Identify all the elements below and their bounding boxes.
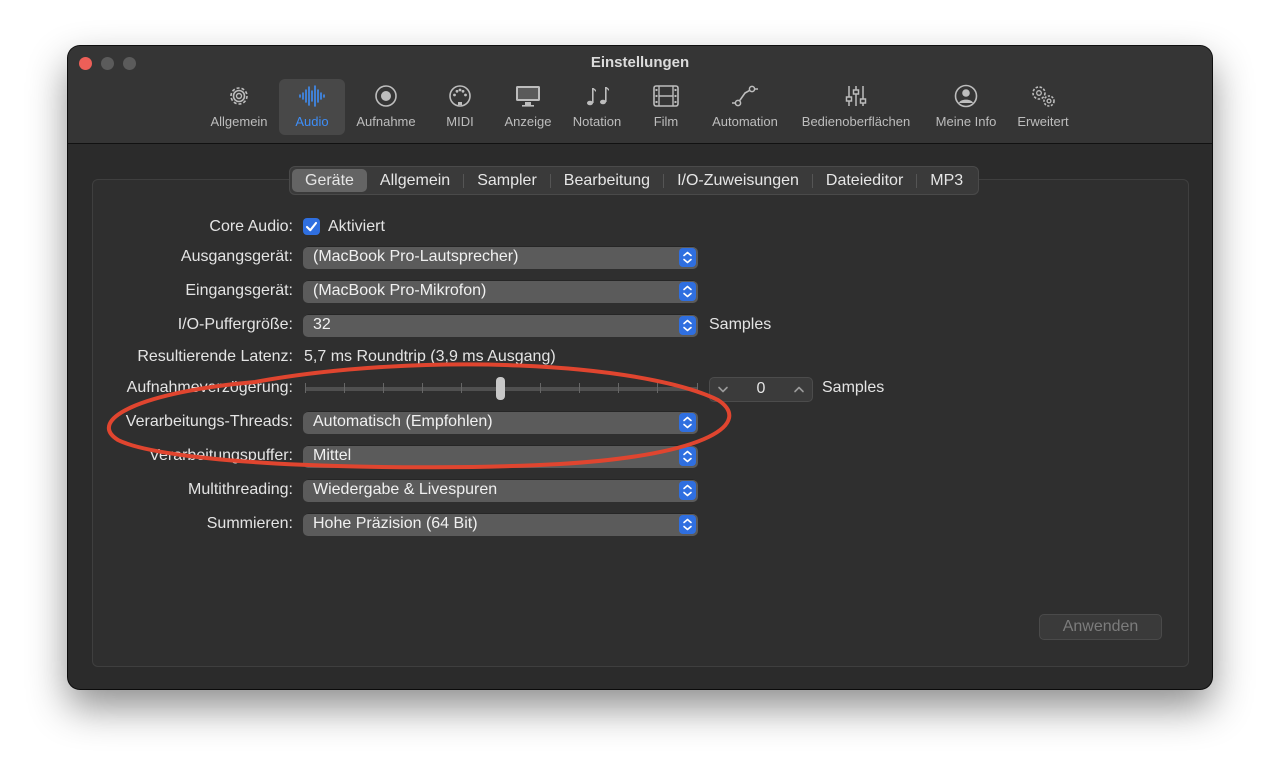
tab-bearbeitung[interactable]: Bearbeitung: [551, 169, 663, 192]
slider-tick: [344, 383, 345, 393]
buffer-size-unit: Samples: [709, 316, 772, 333]
automation-curve-icon: [731, 83, 759, 109]
chevron-up-icon[interactable]: [788, 378, 810, 401]
toolbar-label: Erweitert: [1017, 114, 1069, 129]
toolbar-label: Anzeige: [504, 114, 552, 129]
buffer-size-value: 32: [313, 316, 331, 333]
toolbar-item-allgemein[interactable]: Allgemein: [203, 79, 275, 135]
music-notes-icon: [583, 83, 611, 109]
gear-icon: [225, 83, 253, 109]
slider-tick: [461, 383, 462, 393]
slider-tick: [422, 383, 423, 393]
latency-value: 5,7 ms Roundtrip (3,9 ms Ausgang): [304, 348, 556, 365]
person-icon: [952, 83, 980, 109]
tab-sampler[interactable]: Sampler: [464, 169, 550, 192]
tab-mp3[interactable]: MP3: [917, 169, 976, 192]
settings-window: Einstellungen Allgemein Audio Aufnahme M…: [68, 46, 1212, 689]
output-device-label: Ausgangsgerät:: [180, 248, 293, 265]
recording-delay-unit: Samples: [822, 379, 885, 396]
toolbar-label: Notation: [572, 114, 622, 129]
multithreading-popup[interactable]: Wiedergabe & Livespuren: [303, 479, 698, 502]
display-icon: [514, 83, 542, 109]
toolbar-label: Allgemein: [210, 114, 268, 129]
waveform-icon: [298, 83, 326, 109]
chevron-updown-icon: [679, 447, 696, 466]
chevron-updown-icon: [679, 282, 696, 301]
gears-icon: [1029, 83, 1057, 109]
checkmark-icon: [305, 221, 318, 232]
tab-geraete[interactable]: Geräte: [292, 169, 367, 192]
slider-tick: [618, 383, 619, 393]
core-audio-label: Core Audio:: [209, 218, 293, 235]
toolbar-item-notation[interactable]: Notation: [564, 79, 630, 135]
summing-value: Hohe Präzision (64 Bit): [313, 515, 478, 532]
processing-buffer-value: Mittel: [313, 447, 352, 464]
summing-label: Summieren:: [206, 515, 293, 532]
output-device-popup[interactable]: (MacBook Pro-Lautsprecher): [303, 246, 698, 269]
toolbar-item-film[interactable]: Film: [638, 79, 694, 135]
processing-threads-value: Automatisch (Empfohlen): [313, 413, 493, 430]
tab-io-zuweisungen[interactable]: I/O-Zuweisungen: [664, 169, 812, 192]
input-device-popup[interactable]: (MacBook Pro-Mikrofon): [303, 280, 698, 303]
recording-delay-label: Aufnahmeverzögerung:: [126, 379, 293, 396]
sliders-icon: [842, 83, 870, 109]
processing-buffer-label: Verarbeitungspuffer:: [149, 447, 293, 464]
chevron-updown-icon: [679, 248, 696, 267]
toolbar-item-erweitert[interactable]: Erweitert: [1008, 79, 1078, 135]
multithreading-label: Multithreading:: [188, 481, 293, 498]
buffer-size-label: I/O-Puffergröße:: [177, 316, 293, 333]
toolbar-label: Meine Info: [935, 114, 997, 129]
output-device-value: (MacBook Pro-Lautsprecher): [313, 248, 519, 265]
apply-button[interactable]: Anwenden: [1039, 614, 1162, 640]
toolbar-label: Audio: [295, 114, 329, 129]
processing-threads-popup[interactable]: Automatisch (Empfohlen): [303, 411, 698, 434]
toolbar-label: Aufnahme: [356, 114, 416, 129]
buffer-size-popup[interactable]: 32: [303, 314, 698, 337]
recording-delay-slider-knob[interactable]: [496, 377, 505, 400]
toolbar-item-midi[interactable]: MIDI: [430, 79, 490, 135]
film-icon: [652, 83, 680, 109]
slider-tick: [305, 383, 306, 393]
slider-tick: [657, 383, 658, 393]
toolbar-item-audio[interactable]: Audio: [279, 79, 345, 135]
slider-tick: [579, 383, 580, 393]
input-device-label: Eingangsgerät:: [185, 282, 293, 299]
toolbar-item-bedienoberflaechen[interactable]: Bedienoberflächen: [794, 79, 918, 135]
window-title: Einstellungen: [590, 54, 690, 71]
midi-port-icon: [446, 83, 474, 109]
recording-delay-stepper: 0: [709, 377, 813, 402]
toolbar-item-anzeige[interactable]: Anzeige: [496, 79, 560, 135]
chevron-updown-icon: [679, 515, 696, 534]
toolbar-item-aufnahme[interactable]: Aufnahme: [350, 79, 422, 135]
slider-tick: [540, 383, 541, 393]
summing-popup[interactable]: Hohe Präzision (64 Bit): [303, 513, 698, 536]
toolbar-label: Film: [653, 114, 679, 129]
record-icon: [372, 83, 400, 109]
toolbar-label: Automation: [712, 114, 778, 129]
tab-dateieditor[interactable]: Dateieditor: [813, 169, 916, 192]
multithreading-value: Wiedergabe & Livespuren: [313, 481, 498, 498]
core-audio-checkbox[interactable]: [303, 218, 320, 235]
chevron-updown-icon: [679, 481, 696, 500]
processing-buffer-popup[interactable]: Mittel: [303, 445, 698, 468]
chevron-updown-icon: [679, 413, 696, 432]
tab-allgemein[interactable]: Allgemein: [367, 169, 463, 192]
processing-threads-label: Verarbeitungs-Threads:: [125, 413, 293, 430]
toolbar-label: Bedienoberflächen: [801, 114, 911, 129]
tab-bar: Geräte Allgemein Sampler Bearbeitung I/O…: [289, 166, 980, 195]
input-device-value: (MacBook Pro-Mikrofon): [313, 282, 487, 299]
slider-tick: [383, 383, 384, 393]
core-audio-checkbox-label: Aktiviert: [328, 218, 385, 235]
toolbar: Einstellungen Allgemein Audio Aufnahme M…: [68, 46, 1212, 144]
toolbar-item-meine-info[interactable]: Meine Info: [928, 79, 1004, 135]
toolbar-item-automation[interactable]: Automation: [704, 79, 786, 135]
toolbar-label: MIDI: [446, 114, 474, 129]
chevron-updown-icon: [679, 316, 696, 335]
latency-label: Resultierende Latenz:: [137, 348, 293, 365]
slider-tick: [697, 383, 698, 393]
